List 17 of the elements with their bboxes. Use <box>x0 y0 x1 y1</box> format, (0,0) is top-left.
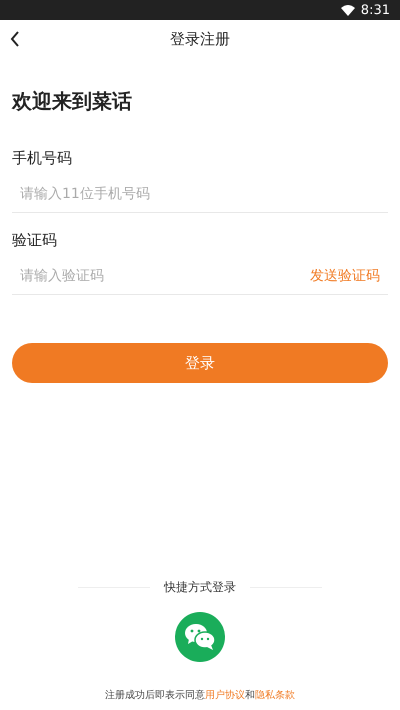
page-title: 登录注册 <box>170 30 230 48</box>
wifi-icon <box>340 4 355 16</box>
input-field[interactable]: 请输入11位手机号码 <box>20 186 380 202</box>
login-button[interactable]: 登录 <box>12 343 388 383</box>
quick-login-title: 快捷方式登录 <box>164 579 236 596</box>
wechat-login-button[interactable] <box>175 612 225 662</box>
field-label: 手机号码 <box>12 149 73 168</box>
back-icon[interactable] <box>10 31 20 47</box>
field-label: 验证码 <box>12 231 58 250</box>
send-code-link[interactable]: 发送验证码 <box>310 267 380 285</box>
status-time: 8:31 <box>360 2 390 18</box>
agreement-link[interactable]: 用户协议 <box>205 690 245 701</box>
chat-bubbles-icon <box>184 623 216 651</box>
welcome-heading: 欢迎来到菜话 <box>10 88 133 115</box>
agreement-notice: 注册成功后即表示同意用户协议和隐私条款 <box>104 688 296 702</box>
agreement-link[interactable]: 隐私条款 <box>255 690 295 701</box>
input-field[interactable]: 请输入验证码 <box>20 268 310 284</box>
